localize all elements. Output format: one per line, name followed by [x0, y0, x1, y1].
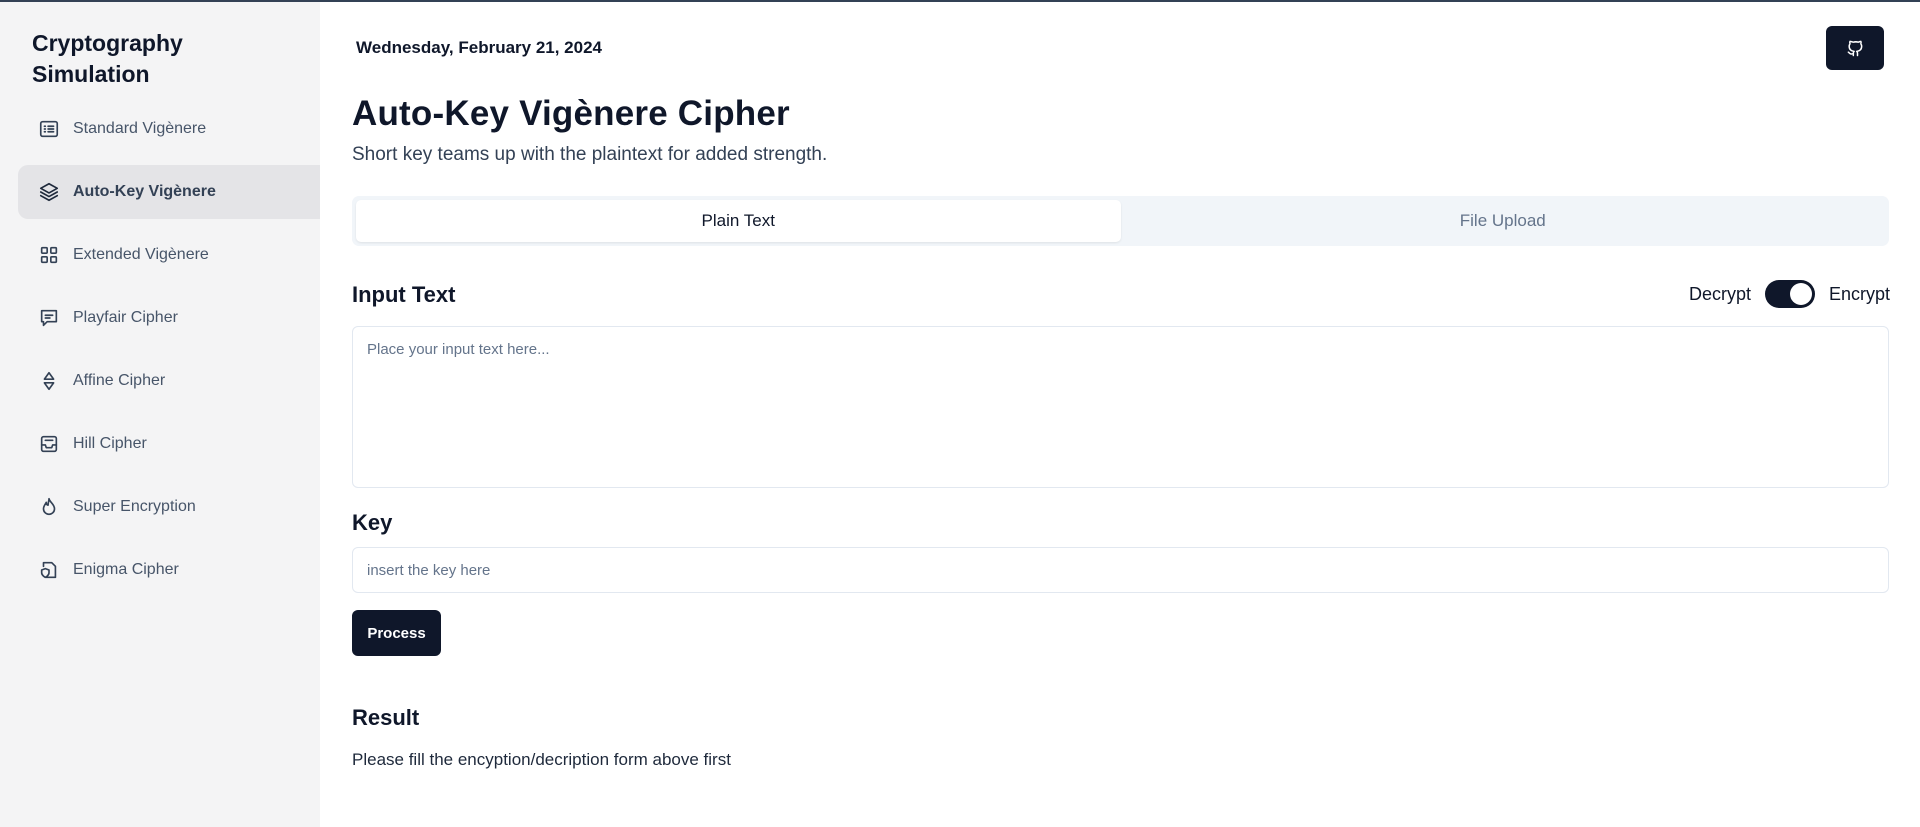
sidebar-item-super-encryption[interactable]: Super Encryption	[18, 480, 320, 534]
github-icon	[1847, 40, 1863, 57]
sidebar-item-label: Extended Vigènere	[73, 246, 209, 263]
layers-icon	[37, 180, 61, 204]
tab-file-upload[interactable]: File Upload	[1121, 200, 1886, 242]
sidebar-item-label: Standard Vigènere	[73, 120, 207, 137]
encrypt-label: Encrypt	[1828, 283, 1890, 304]
sidebar: Cryptography Simulation Standard Vigèner…	[0, 2, 320, 827]
key-input[interactable]	[352, 547, 1889, 593]
page-subtitle: Short key teams up with the plaintext fo…	[352, 144, 828, 165]
tab-plain-text[interactable]: Plain Text	[356, 200, 1121, 242]
decrypt-label: Decrypt	[1688, 283, 1751, 304]
sidebar-item-enigma-cipher[interactable]: Enigma Cipher	[18, 543, 320, 597]
message-square-icon	[37, 306, 61, 330]
result-heading: Result	[352, 705, 420, 730]
process-button[interactable]: Process	[352, 610, 441, 656]
sidebar-item-extended-vigenere[interactable]: Extended Vigènere	[18, 228, 320, 282]
sidebar-nav: Standard Vigènere Auto-Key Vigènere Exte…	[0, 102, 320, 597]
app: Cryptography Simulation Standard Vigèner…	[0, 2, 1920, 827]
input-mode-tabs: Plain Text File Upload	[352, 196, 1889, 246]
diamond-arrows-icon	[37, 369, 61, 393]
inbox-icon	[37, 432, 61, 456]
page-title: Auto-Key Vigènere Cipher	[352, 94, 790, 133]
shield-file-icon	[37, 558, 61, 582]
sidebar-item-label: Hill Cipher	[73, 435, 147, 452]
input-text-heading: Input Text	[352, 282, 456, 307]
brand-title: Cryptography Simulation	[32, 30, 183, 87]
main-content: Wednesday, February 21, 2024 Auto-Key Vi…	[320, 2, 1920, 827]
sidebar-item-label: Playfair Cipher	[73, 309, 178, 326]
flame-icon	[37, 495, 61, 519]
sidebar-item-label: Auto-Key Vigènere	[73, 183, 216, 200]
sidebar-item-standard-vigenere[interactable]: Standard Vigènere	[18, 102, 320, 156]
sidebar-item-label: Super Encryption	[73, 498, 196, 515]
input-text-area[interactable]	[352, 326, 1889, 488]
sidebar-item-playfair-cipher[interactable]: Playfair Cipher	[18, 291, 320, 345]
result-text: Please fill the encyption/decription for…	[352, 750, 731, 769]
encrypt-decrypt-toggle[interactable]	[1764, 280, 1815, 308]
current-date: Wednesday, February 21, 2024	[356, 38, 602, 57]
toggle-knob	[1789, 283, 1812, 305]
list-icon	[37, 117, 61, 141]
github-button[interactable]	[1826, 26, 1884, 70]
sidebar-item-label: Affine Cipher	[73, 372, 166, 389]
sidebar-item-hill-cipher[interactable]: Hill Cipher	[18, 417, 320, 471]
sidebar-item-label: Enigma Cipher	[73, 561, 179, 578]
sidebar-item-affine-cipher[interactable]: Affine Cipher	[18, 354, 320, 408]
grid-icon	[37, 243, 61, 267]
mode-switch: Decrypt Encrypt	[1689, 280, 1890, 308]
key-heading: Key	[352, 510, 393, 535]
sidebar-item-auto-key-vigenere[interactable]: Auto-Key Vigènere	[18, 165, 320, 219]
